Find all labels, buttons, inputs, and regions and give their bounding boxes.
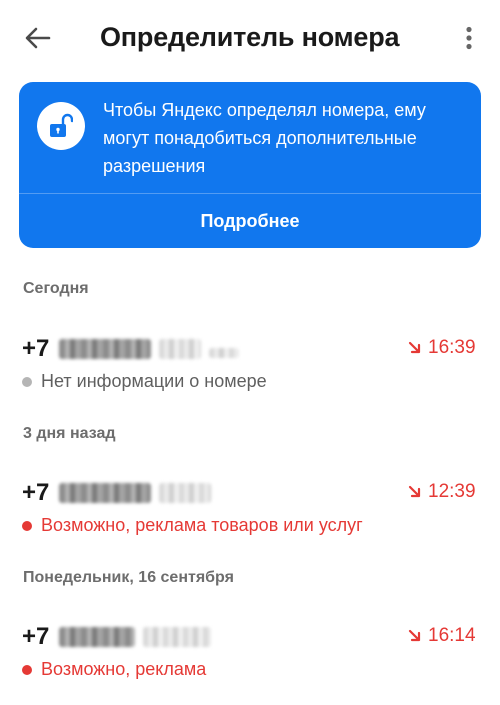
caller-info: Возможно, реклама xyxy=(22,659,206,680)
banner-message: Чтобы Яндекс определял номера, ему могут… xyxy=(103,100,426,176)
section-header-today: Сегодня xyxy=(23,280,89,297)
section-header-3-days-ago: 3 дня назад xyxy=(23,425,116,442)
unlock-icon xyxy=(50,113,73,137)
status-dot xyxy=(22,664,32,675)
call-row[interactable]: +7 16:14 Возможно, реклама xyxy=(0,621,500,687)
time-label: 12:39 xyxy=(428,481,476,502)
call-time: 12:39 xyxy=(408,481,476,503)
number-prefix: +7 xyxy=(22,335,50,362)
blurred-number-part xyxy=(59,483,152,503)
blurred-number-part xyxy=(143,627,212,647)
incoming-call-arrow-icon xyxy=(408,341,421,354)
caller-info: Возможно, реклама товаров или услуг xyxy=(22,515,363,536)
caller-info-text: Возможно, реклама xyxy=(41,659,207,679)
blurred-number-part xyxy=(159,483,212,503)
page-title: Определитель номера xyxy=(100,22,400,52)
status-dot xyxy=(22,376,32,387)
more-info-button[interactable]: Подробнее xyxy=(19,194,481,248)
section-header-monday: Понедельник, 16 сентября xyxy=(23,569,234,586)
caller-info-text: Нет информации о номере xyxy=(41,371,267,391)
call-row[interactable]: +7 12:39 Возможно, реклама товаров или у… xyxy=(0,477,500,543)
blurred-number-part xyxy=(209,348,240,358)
incoming-call-arrow-icon xyxy=(408,629,421,642)
time-label: 16:39 xyxy=(428,337,476,358)
call-row[interactable]: +7 16:39 Нет информации о номере xyxy=(0,333,500,399)
caller-info: Нет информации о номере xyxy=(22,371,267,392)
caller-info-text: Возможно, реклама товаров или услуг xyxy=(41,515,363,535)
phone-number: +7 xyxy=(22,621,219,653)
arrow-left-icon xyxy=(25,27,51,49)
phone-number: +7 xyxy=(22,477,219,509)
more-vertical-icon xyxy=(466,26,472,50)
app-header: Определитель номера xyxy=(0,0,500,76)
status-dot xyxy=(22,520,32,531)
call-time: 16:39 xyxy=(408,337,476,359)
time-label: 16:14 xyxy=(428,625,476,646)
blurred-number-part xyxy=(59,339,152,359)
more-options-button[interactable] xyxy=(456,22,482,54)
blurred-number-part xyxy=(159,339,202,359)
blurred-number-part xyxy=(59,627,136,647)
incoming-call-arrow-icon xyxy=(408,485,421,498)
banner-icon-circle xyxy=(37,102,85,150)
phone-number: +7 xyxy=(22,333,247,365)
number-prefix: +7 xyxy=(22,479,50,506)
permissions-banner: Чтобы Яндекс определял номера, ему могут… xyxy=(19,82,481,248)
number-prefix: +7 xyxy=(22,623,50,650)
back-button[interactable] xyxy=(20,22,56,54)
call-time: 16:14 xyxy=(408,625,476,647)
